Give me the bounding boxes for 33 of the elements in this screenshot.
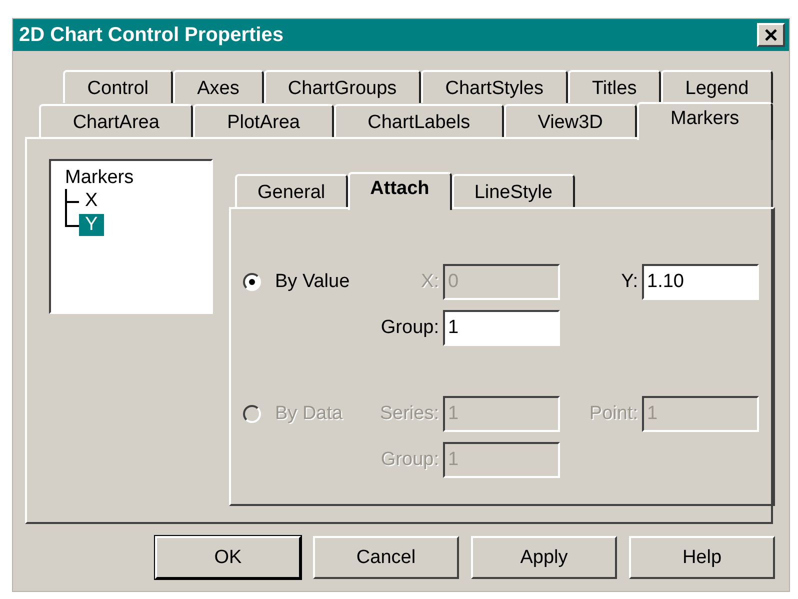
tree-item[interactable]: Y [79, 214, 104, 236]
field-label: Point: [588, 403, 639, 425]
dialog-button[interactable]: Apply [471, 536, 617, 579]
field-label: Y: [620, 271, 639, 293]
tab[interactable]: View3D [504, 104, 637, 137]
tab[interactable]: Markers [636, 102, 773, 140]
tree-item[interactable]: Markers [65, 167, 197, 189]
tab[interactable]: Attach [348, 172, 452, 210]
tab[interactable]: PlotArea [193, 104, 334, 137]
tab[interactable]: Legend [661, 70, 773, 103]
tab[interactable]: LineStyle [452, 174, 575, 207]
close-icon [764, 28, 778, 42]
tab[interactable]: Control [63, 70, 173, 103]
close-button[interactable] [757, 23, 785, 47]
dialog-button[interactable]: Cancel [313, 536, 459, 579]
tab[interactable]: ChartGroups [264, 70, 421, 103]
input-field[interactable]: 1 [443, 310, 560, 346]
tab[interactable]: ChartArea [39, 104, 194, 137]
field-label: Group: [380, 449, 440, 471]
dialog-button[interactable]: OK [155, 536, 301, 579]
tab[interactable]: Titles [568, 70, 661, 103]
tab[interactable]: General [235, 174, 348, 207]
radio-button[interactable]: By Value [243, 271, 365, 293]
tree-item[interactable]: X [79, 190, 104, 212]
tab[interactable]: Axes [172, 70, 264, 103]
input-field[interactable]: 1.10 [642, 264, 759, 300]
tab[interactable]: ChartLabels [334, 104, 504, 137]
field-label: Group: [380, 317, 440, 339]
field-label: Series: [378, 403, 440, 425]
dialog-button[interactable]: Help [629, 536, 775, 579]
field-label: X: [420, 271, 440, 293]
tab[interactable]: ChartStyles [420, 70, 568, 103]
window-title: 2D Chart Control Properties [19, 24, 284, 46]
